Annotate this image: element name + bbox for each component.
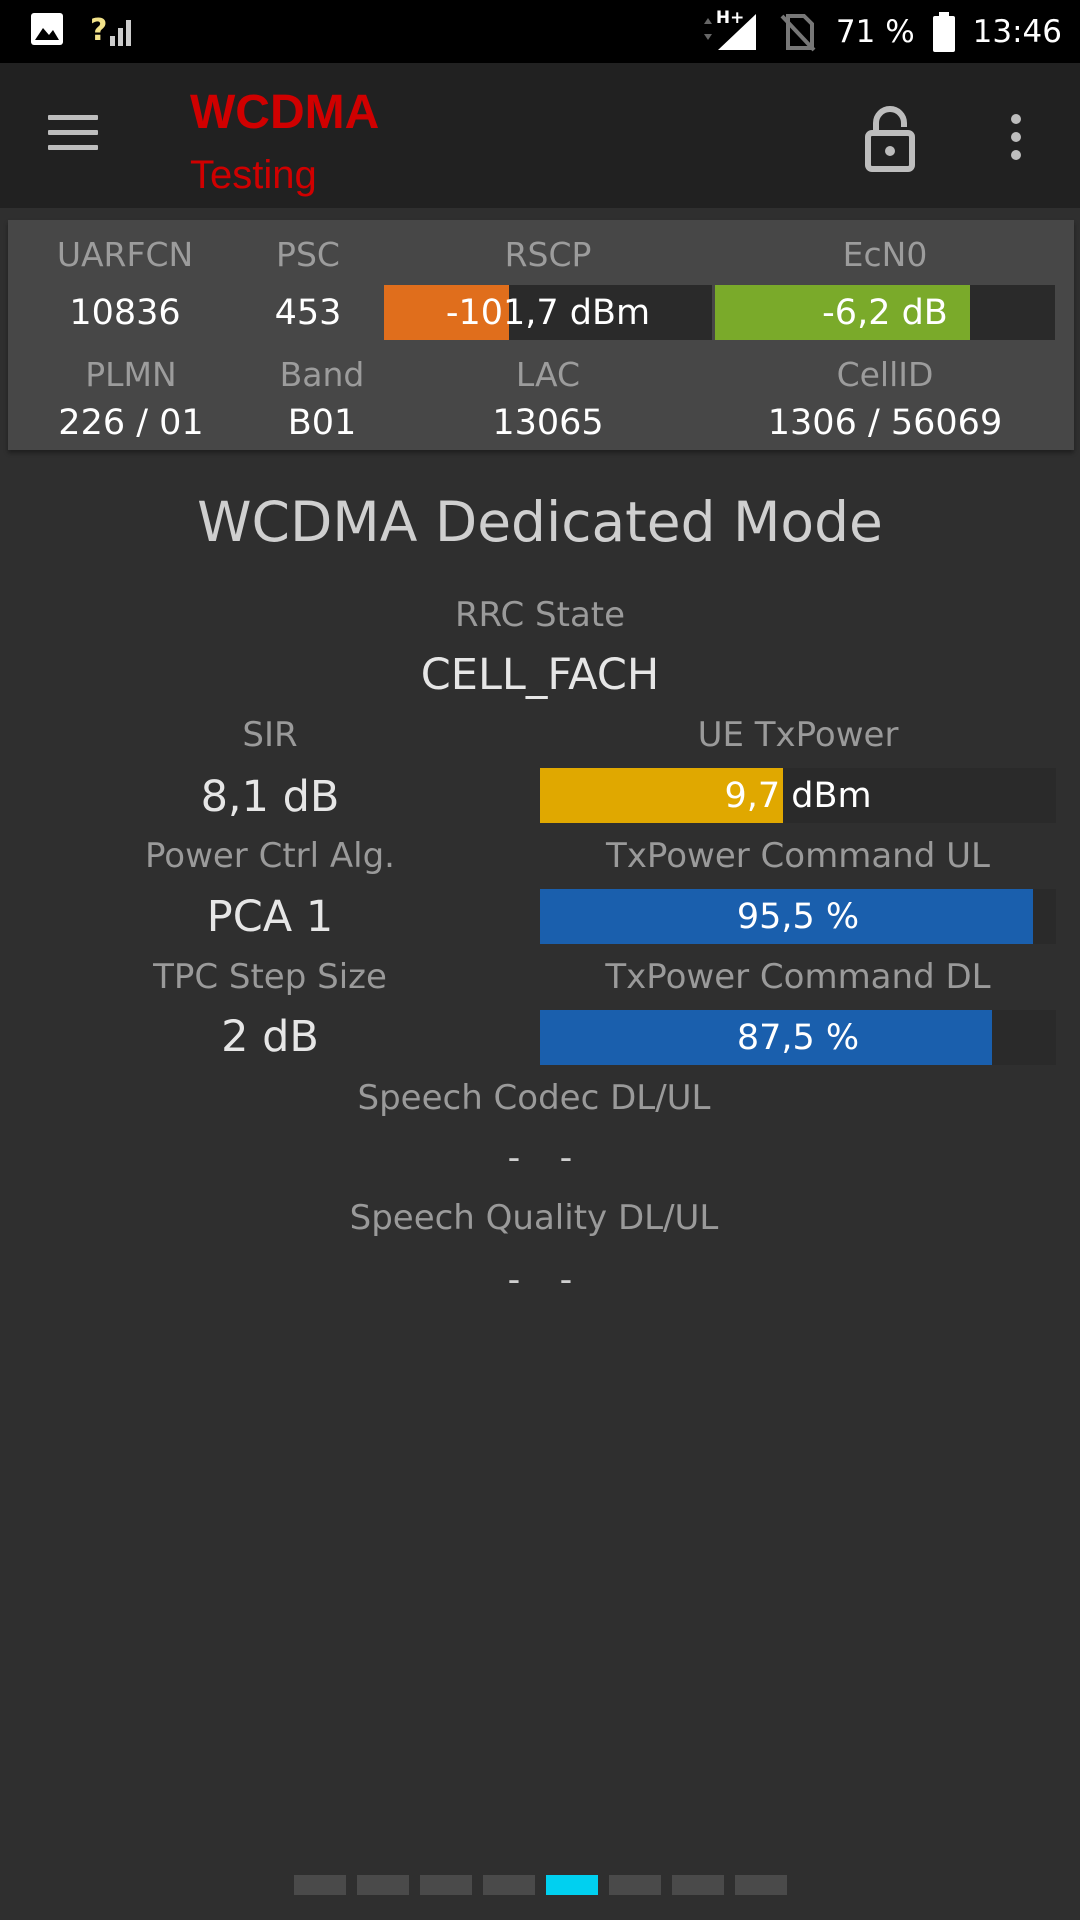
uarfcn-value: 10836 — [69, 293, 181, 333]
psc-value: 453 — [274, 293, 342, 333]
menu-button[interactable] — [40, 108, 104, 164]
power-ctrl-value: PCA 1 — [206, 892, 334, 942]
cell-info-panel: UARFCN 10836 PSC 453 RSCP -101,7 dBm EcN… — [8, 220, 1074, 450]
sir-label: SIR — [242, 715, 298, 755]
page-dot-8[interactable] — [734, 1875, 787, 1895]
txcmd-ul-value: 95,5 % — [736, 896, 860, 937]
plmn-label: PLMN — [85, 355, 177, 394]
psc-label: PSC — [276, 235, 340, 274]
app-bar: WCDMA Testing — [0, 63, 1080, 208]
speech-quality-dl-value: - — [507, 1260, 521, 1300]
band-value: B01 — [287, 403, 357, 443]
lock-button[interactable] — [862, 103, 918, 173]
band-label: Band — [279, 355, 365, 394]
lac-value: 13065 — [492, 403, 604, 443]
speech-codec-label: Speech Codec DL/UL — [357, 1078, 711, 1118]
page-dot-2[interactable] — [356, 1875, 409, 1895]
cellid-label: CellID — [836, 355, 934, 394]
rrc-state-value: CELL_FACH — [420, 650, 660, 700]
page-dot-7[interactable] — [671, 1875, 724, 1895]
sir-value: 8,1 dB — [200, 772, 340, 822]
txcmd-ul-label: TxPower Command UL — [606, 836, 990, 876]
ecn0-bar: -6,2 dB — [715, 285, 1055, 340]
mobile-data-icon: H+ — [700, 8, 760, 52]
tpc-step-label: TPC Step Size — [153, 957, 387, 997]
no-sim-icon — [780, 13, 816, 51]
more-vert-icon — [1011, 114, 1021, 160]
page-dot-4[interactable] — [482, 1875, 535, 1895]
txcmd-dl-bar: 87,5 % — [540, 1010, 1056, 1065]
txcmd-ul-bar: 95,5 % — [540, 889, 1056, 944]
battery-percentage: 71 % — [835, 13, 915, 50]
uarfcn-label: UARFCN — [56, 235, 194, 274]
more-options-button[interactable] — [998, 111, 1034, 167]
rrc-state-label: RRC State — [454, 595, 626, 635]
page-dot-5[interactable] — [545, 1875, 598, 1895]
ue-txpower-label: UE TxPower — [697, 715, 899, 755]
tpc-step-value: 2 dB — [221, 1012, 319, 1062]
rscp-label: RSCP — [504, 235, 592, 274]
clock: 13:46 — [972, 13, 1062, 50]
power-ctrl-label: Power Ctrl Alg. — [144, 836, 395, 876]
image-notification-icon — [31, 13, 63, 45]
signal-unknown-icon: ? — [90, 12, 132, 46]
unlock-icon — [865, 106, 915, 172]
ecn0-value: -6,2 dB — [822, 292, 948, 333]
status-bar: ? H+ 71 % 13:46 — [0, 0, 1080, 63]
plmn-value: 226 / 01 — [58, 403, 204, 443]
txcmd-dl-value: 87,5 % — [736, 1017, 860, 1058]
app-subtitle: Testing — [190, 153, 317, 197]
rscp-bar: -101,7 dBm — [384, 285, 712, 340]
ue-txpower-bar: 9,7 dBm — [540, 768, 1056, 823]
page-title: WCDMA Dedicated Mode — [197, 490, 883, 554]
lac-label: LAC — [515, 355, 581, 394]
rscp-value: -101,7 dBm — [445, 292, 651, 333]
speech-quality-ul-value: - — [559, 1260, 573, 1300]
speech-quality-label: Speech Quality DL/UL — [349, 1198, 719, 1238]
cellid-value: 1306 / 56069 — [767, 403, 1003, 443]
page-indicator — [0, 1875, 1080, 1895]
page-dot-6[interactable] — [608, 1875, 661, 1895]
speech-codec-dl-value: - — [507, 1138, 521, 1178]
txcmd-dl-label: TxPower Command DL — [605, 957, 991, 997]
ue-txpower-value: 9,7 dBm — [724, 775, 872, 816]
speech-codec-ul-value: - — [559, 1138, 573, 1178]
battery-icon — [932, 11, 955, 52]
app-title: WCDMA — [190, 86, 380, 139]
page-dot-3[interactable] — [419, 1875, 472, 1895]
page-dot-1[interactable] — [293, 1875, 346, 1895]
ecn0-label: EcN0 — [842, 235, 928, 274]
hamburger-icon — [40, 115, 104, 150]
